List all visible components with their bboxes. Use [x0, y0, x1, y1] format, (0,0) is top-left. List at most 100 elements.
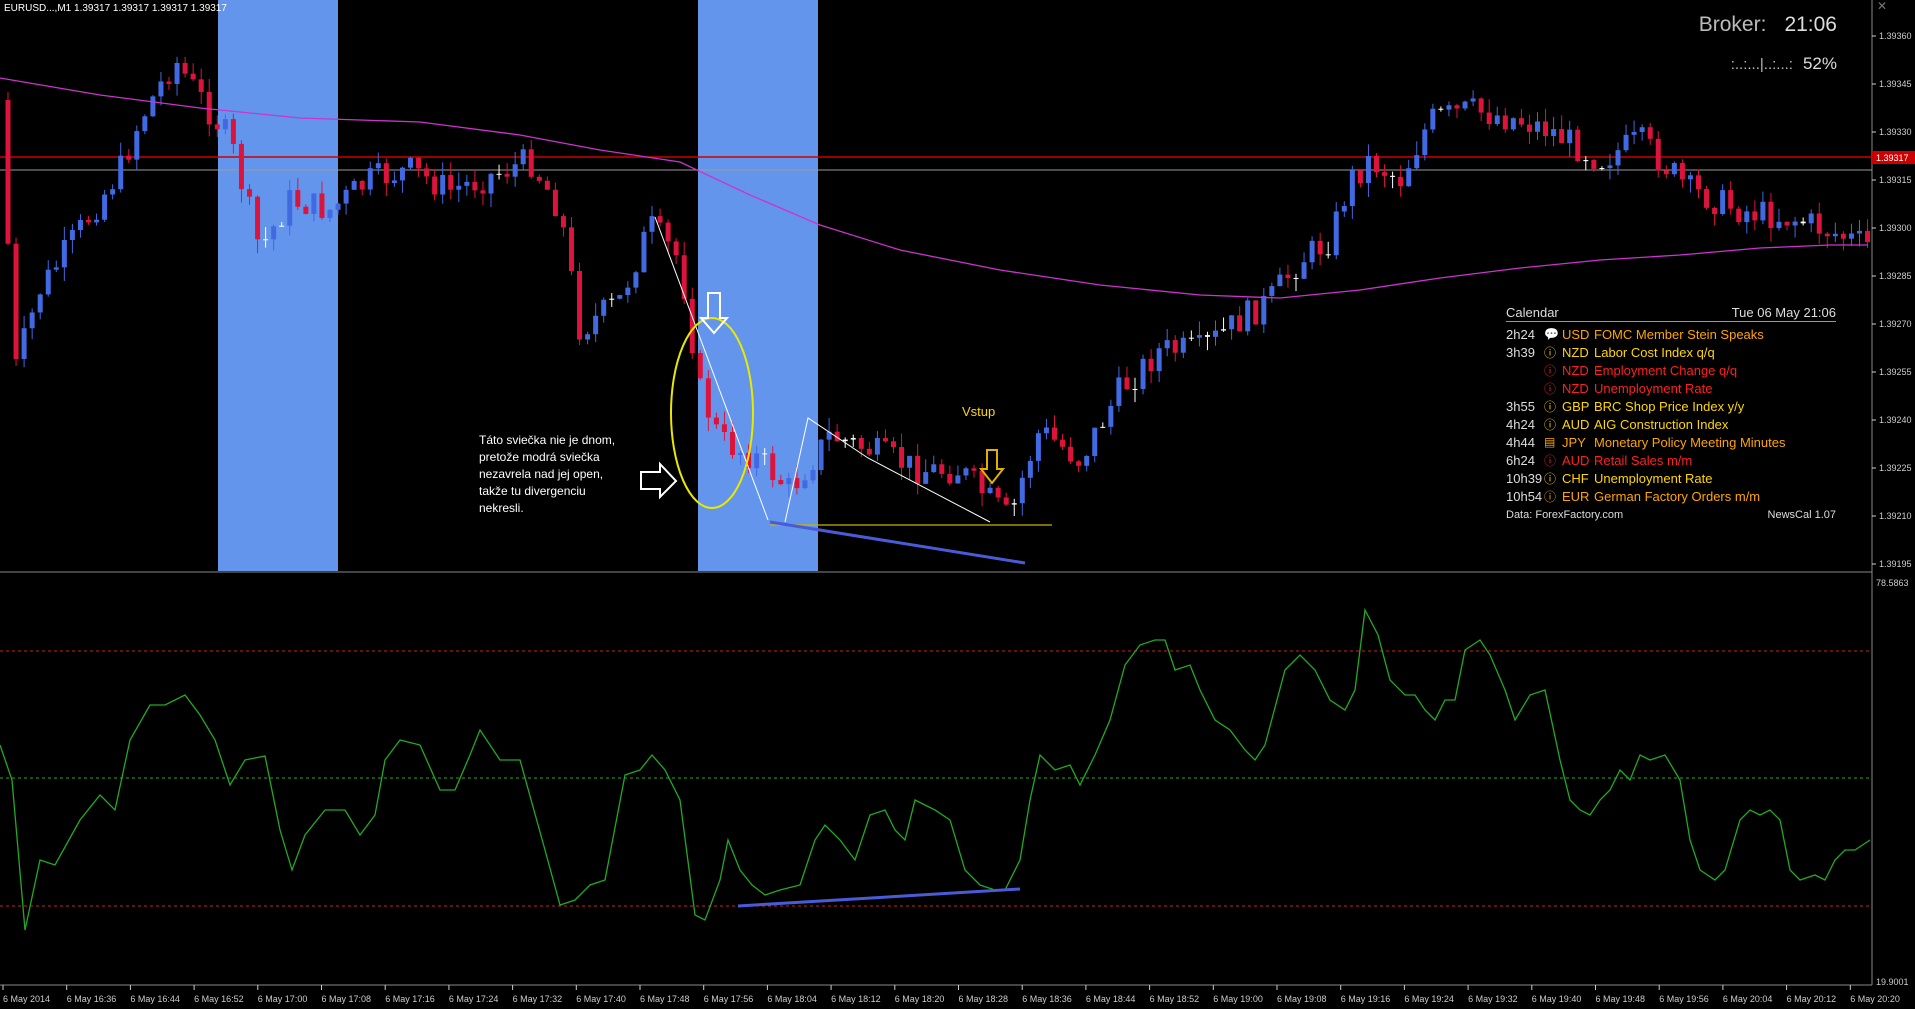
candle-body — [1124, 377, 1130, 390]
candle-body — [1800, 221, 1806, 224]
event-currency: USD — [1562, 326, 1590, 342]
candle-body — [1092, 427, 1098, 456]
event-currency: JPY — [1562, 434, 1586, 450]
info-icon: ⓘ — [1544, 471, 1557, 486]
candle-body — [198, 79, 204, 92]
event-currency: NZD — [1562, 380, 1589, 396]
candle-body — [21, 328, 27, 359]
session-highlight — [698, 0, 818, 571]
candle-body — [585, 334, 591, 340]
oscillator-divergence-line — [737, 887, 1021, 908]
candle-body — [1647, 127, 1653, 139]
candle-body — [738, 452, 744, 455]
event-time: 10h39 — [1506, 470, 1543, 486]
candle-body — [1551, 129, 1557, 137]
candle-body — [319, 193, 325, 218]
info-icon: ⓘ — [1544, 381, 1557, 396]
candle-body — [1430, 108, 1436, 130]
oscillator-line — [0, 607, 1871, 931]
candle-body — [1599, 168, 1605, 170]
event-time: 3h55 — [1506, 398, 1535, 414]
candle-body — [1213, 330, 1218, 337]
candle-body — [1728, 190, 1734, 209]
close-icon[interactable]: ✕ — [1875, 0, 1889, 12]
calendar-event: 10h39 ⓘ CHF Unemployment Rate — [1506, 469, 1836, 487]
calendar-version: NewsCal 1.07 — [1767, 509, 1836, 521]
candle-body — [126, 155, 132, 160]
candle-body — [1583, 160, 1589, 162]
calendar-event: 4h44 ▤ JPY Monetary Policy Meeting Minutes — [1506, 433, 1836, 451]
candle-body — [1027, 460, 1033, 478]
candle-body — [1108, 405, 1114, 427]
candle-body — [665, 222, 671, 242]
time-label: 6 May 18:36 — [1022, 994, 1072, 1004]
candle-body — [1704, 189, 1710, 208]
candle-body — [770, 453, 776, 481]
candle-body — [721, 424, 727, 433]
candle-body — [1712, 207, 1718, 215]
candle-body — [142, 116, 148, 132]
candle-body — [1229, 315, 1235, 330]
time-label: 6 May 18:12 — [831, 994, 881, 1004]
indicator-axis-bottom: 19.9001 — [1876, 977, 1909, 987]
candle-body — [528, 149, 534, 177]
candle-body — [1776, 221, 1782, 229]
time-label: 6 May 17:08 — [322, 994, 372, 1004]
price-axis: 1.39360 1.39345 1.39330 1.39315 1.39300 1.392… — [1872, 31, 1912, 569]
candle-body — [609, 298, 615, 300]
candle-body — [1663, 170, 1669, 175]
time-label: 6 May 20:20 — [1850, 994, 1900, 1004]
candle-body — [569, 227, 574, 271]
event-time: 6h24 — [1506, 452, 1535, 468]
candle-body — [931, 464, 937, 473]
candle-body — [1615, 150, 1621, 166]
candle-body — [842, 439, 848, 442]
candle-body — [1454, 105, 1460, 109]
candle-body — [1148, 358, 1154, 372]
candle-body — [391, 180, 397, 184]
candle-body — [287, 190, 293, 226]
candle-body — [359, 180, 365, 190]
event-name: Monetary Policy Meeting Minutes — [1594, 434, 1786, 450]
price-label: 1.39225 — [1879, 463, 1912, 473]
candle-body — [1679, 163, 1685, 180]
candle-body — [713, 417, 719, 425]
candle-body — [754, 453, 760, 469]
candle-body — [37, 294, 43, 313]
candle-body — [440, 174, 446, 195]
candle-body — [335, 203, 341, 210]
event-currency: GBP — [1562, 398, 1590, 414]
candle-body — [882, 437, 888, 442]
candle-body — [1752, 211, 1758, 221]
candle-body — [13, 243, 19, 359]
event-currency: CHF — [1562, 470, 1589, 486]
calendar-event: ⓘ NZD Employment Change q/q — [1506, 361, 1836, 379]
candle-body — [1518, 118, 1524, 125]
price-label: 1.39240 — [1879, 415, 1912, 425]
candle-body — [1035, 433, 1041, 461]
candle-body — [874, 437, 880, 455]
annotation-note: Táto sviečka nie je dnom, pretože modrá … — [479, 433, 616, 515]
candle-body — [544, 180, 550, 190]
candle-body — [166, 81, 172, 84]
time-label: 6 May 2014 — [3, 994, 50, 1004]
price-label: 1.39300 — [1879, 223, 1912, 233]
price-label: 1.39330 — [1879, 127, 1912, 137]
candle-body — [351, 180, 357, 190]
indicator-axis-top: 78.5863 — [1876, 578, 1909, 588]
time-label: 6 May 16:52 — [194, 994, 244, 1004]
event-time: 4h44 — [1506, 434, 1535, 450]
candle-body — [971, 468, 977, 471]
candle-body — [1293, 277, 1299, 279]
candle-body — [190, 73, 196, 80]
candle-body — [1865, 230, 1871, 243]
candle-body — [69, 230, 75, 240]
time-label: 6 May 17:16 — [385, 994, 435, 1004]
candle-body — [552, 189, 558, 217]
progress-percent: 52% — [1802, 54, 1837, 73]
event-time: 2h24 — [1506, 326, 1535, 342]
candle-body — [383, 163, 389, 184]
candle-body — [1687, 175, 1693, 180]
candle-body — [1076, 461, 1082, 466]
event-name: Unemployment Rate — [1594, 470, 1713, 486]
